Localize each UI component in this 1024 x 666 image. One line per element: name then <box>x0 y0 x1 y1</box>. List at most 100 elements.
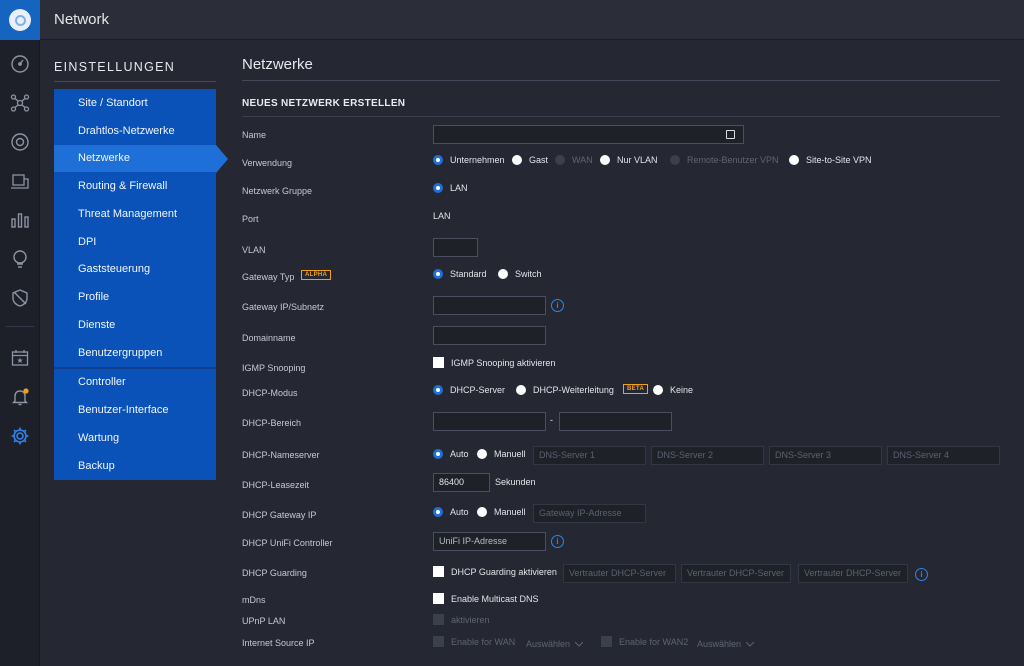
radio-label: Unternehmen <box>450 155 505 165</box>
label-internet-source-ip: Internet Source IP <box>242 638 315 648</box>
radio-remote-vpn: Remote-Benutzer VPN <box>670 155 779 165</box>
upnp-checkbox: aktivieren <box>433 614 490 625</box>
sidebar-title: EINSTELLUNGEN <box>54 60 176 74</box>
label-dhcp-ns: DHCP-Nameserver <box>242 450 320 460</box>
radio-label: Manuell <box>494 449 526 459</box>
dashboard-icon[interactable] <box>8 52 32 76</box>
label-gruppe: Netzwerk Gruppe <box>242 186 313 196</box>
radio-site-to-site-vpn[interactable]: Site-to-Site VPN <box>789 155 872 165</box>
radio-label: DHCP-Server <box>450 385 506 395</box>
info-icon[interactable]: i <box>551 535 564 548</box>
radio-wan: WAN <box>555 155 593 165</box>
app-title: Network <box>54 11 110 28</box>
label-dhcp-bereich: DHCP-Bereich <box>242 418 302 428</box>
radio-label: Site-to-Site VPN <box>806 155 872 165</box>
dhcp-guard-checkbox[interactable]: DHCP Guarding aktivieren <box>433 566 557 577</box>
radio-ns-auto[interactable]: Auto <box>433 449 469 459</box>
radio-dhcp-none[interactable]: Keine <box>653 385 693 395</box>
menu-item-services[interactable]: Dienste <box>54 311 216 339</box>
name-input[interactable] <box>433 125 744 144</box>
radio-lan[interactable]: LAN <box>433 183 468 193</box>
gateway-ip-input[interactable] <box>433 296 546 315</box>
label-dhcp-unifi: DHCP UniFi Controller <box>242 538 333 548</box>
trusted-dhcp-1-input: Vertrauter DHCP-Server <box>563 564 676 583</box>
menu-item-threat-management[interactable]: Threat Management <box>54 200 216 228</box>
top-bar: Network <box>0 0 1024 40</box>
menu-item-controller[interactable]: Controller <box>54 369 216 397</box>
radio-label: Gast <box>529 155 549 165</box>
radio-standard[interactable]: Standard <box>433 269 487 279</box>
label-vlan: VLAN <box>242 245 266 255</box>
label-dhcp-gw: DHCP Gateway IP <box>242 510 317 520</box>
radio-ns-manual[interactable]: Manuell <box>477 449 526 459</box>
isip-wan2-checkbox: Enable for WAN2 <box>601 636 688 647</box>
alerts-icon[interactable] <box>8 385 32 409</box>
checkbox-label: aktivieren <box>451 614 490 625</box>
dhcp-range-end-input[interactable] <box>559 412 672 431</box>
menu-item-user-groups[interactable]: Benutzergruppen <box>54 339 216 367</box>
checkbox-label: Enable Multicast DNS <box>451 593 539 604</box>
statistics-icon[interactable] <box>8 208 32 232</box>
password-manager-icon[interactable] <box>726 130 735 139</box>
menu-item-wireless-networks[interactable]: Drahtlos-Netzwerke <box>54 117 216 145</box>
menu-item-dpi[interactable]: DPI <box>54 228 216 256</box>
radio-dhcp-relay[interactable]: DHCP-Weiterleitung <box>516 385 614 395</box>
info-icon[interactable]: i <box>915 568 928 581</box>
vlan-input[interactable] <box>433 238 478 257</box>
unifi-ip-input[interactable]: UniFi IP-Adresse <box>433 532 546 551</box>
radio-unternehmen[interactable]: Unternehmen <box>433 155 505 165</box>
range-separator: - <box>550 415 553 425</box>
checkbox-label: IGMP Snooping aktivieren <box>451 357 556 368</box>
label-dhcp-guard: DHCP Guarding <box>242 568 307 578</box>
beta-badge: BETA <box>623 384 649 394</box>
select-value: Auswählen <box>697 639 742 649</box>
insights-icon[interactable] <box>8 247 32 271</box>
menu-item-networks[interactable]: Netzwerke <box>54 144 228 173</box>
info-icon[interactable]: i <box>551 299 564 312</box>
menu-item-user-interface[interactable]: Benutzer-Interface <box>54 396 216 424</box>
dns-server-4-input: DNS-Server 4 <box>887 446 1000 465</box>
settings-icon[interactable] <box>8 424 32 448</box>
label-lease: DHCP-Leasezeit <box>242 480 310 490</box>
menu-item-profiles[interactable]: Profile <box>54 283 216 311</box>
trusted-dhcp-2-input: Vertrauter DHCP-Server <box>681 564 791 583</box>
domain-input[interactable] <box>433 326 546 345</box>
section-title: NEUES NETZWERK ERSTELLEN <box>242 98 406 109</box>
icon-sidebar <box>0 40 40 666</box>
menu-item-site[interactable]: Site / Standort <box>54 89 216 117</box>
radio-label: Remote-Benutzer VPN <box>687 155 779 165</box>
label-gateway-ip: Gateway IP/Subnetz <box>242 302 325 312</box>
dhcp-range-start-input[interactable] <box>433 412 546 431</box>
topology-icon[interactable] <box>8 91 32 115</box>
menu-item-maintenance[interactable]: Wartung <box>54 424 216 452</box>
mdns-checkbox[interactable]: Enable Multicast DNS <box>433 593 539 604</box>
radio-label: Manuell <box>494 507 526 517</box>
radio-nur-vlan[interactable]: Nur VLAN <box>600 155 658 165</box>
events-icon[interactable] <box>8 346 32 370</box>
page-divider <box>242 80 1000 81</box>
igmp-checkbox[interactable]: IGMP Snooping aktivieren <box>433 357 555 368</box>
radio-switch[interactable]: Switch <box>498 269 542 279</box>
page-title: Netzwerke <box>242 56 313 73</box>
radio-dhcp-server[interactable]: DHCP-Server <box>433 385 505 395</box>
unifi-logo-icon[interactable] <box>0 0 40 40</box>
dns-server-3-input: DNS-Server 3 <box>769 446 882 465</box>
section-divider <box>242 116 1000 117</box>
dns-server-2-input: DNS-Server 2 <box>651 446 764 465</box>
clients-icon[interactable] <box>8 169 32 193</box>
alpha-badge: ALPHA <box>301 270 332 280</box>
dns-server-1-input: DNS-Server 1 <box>533 446 646 465</box>
radio-gast[interactable]: Gast <box>512 155 548 165</box>
label-domain: Domainname <box>242 333 296 343</box>
settings-menu: Site / Standort Drahtlos-Netzwerke Netzw… <box>54 89 228 480</box>
radio-gw-manual[interactable]: Manuell <box>477 507 526 517</box>
lease-input[interactable]: 86400 <box>433 473 490 492</box>
shield-icon[interactable] <box>8 286 32 310</box>
radio-gw-auto[interactable]: Auto <box>433 507 469 517</box>
menu-item-routing-firewall[interactable]: Routing & Firewall <box>54 172 216 200</box>
radio-label: Switch <box>515 269 542 279</box>
menu-item-backup[interactable]: Backup <box>54 452 216 480</box>
radio-label: Standard <box>450 269 487 279</box>
menu-item-guest-control[interactable]: Gaststeuerung <box>54 256 216 284</box>
devices-icon[interactable] <box>8 130 32 154</box>
